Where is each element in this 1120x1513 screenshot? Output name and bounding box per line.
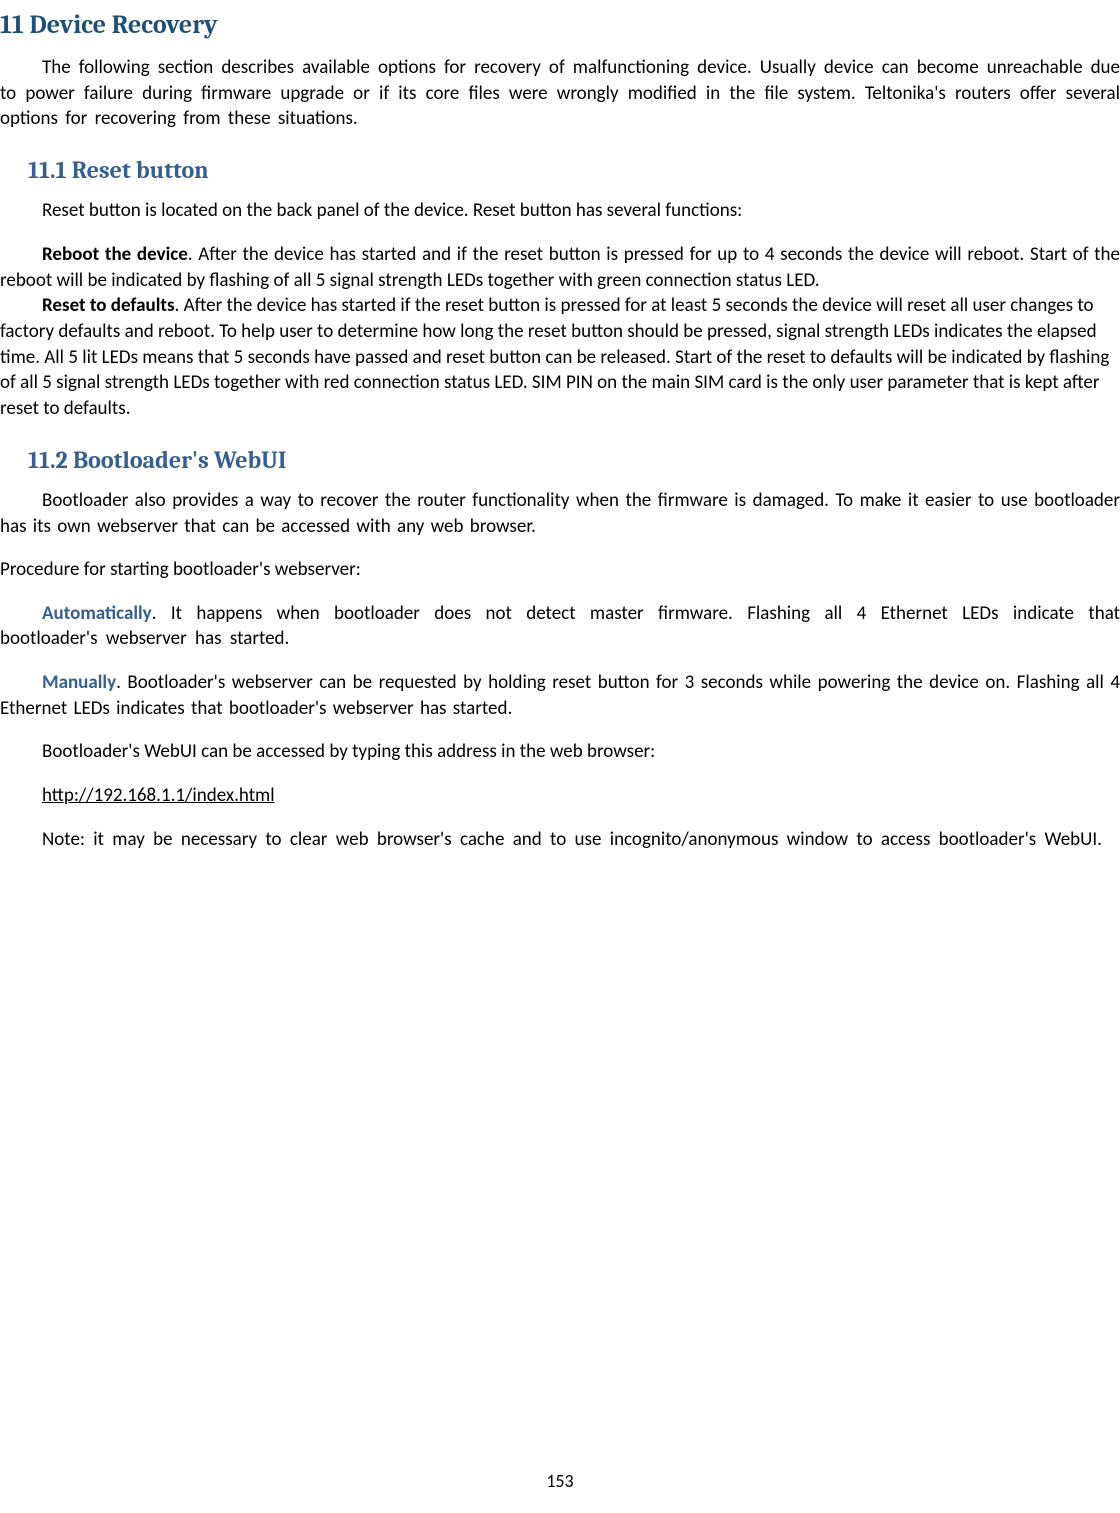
- heading-2-reset: 11.1 Reset button: [28, 154, 1120, 186]
- reboot-bold: Reboot the device: [42, 243, 188, 266]
- paragraph-reboot: Reboot the device. After the device has …: [0, 242, 1120, 293]
- heading-2-bootloader: 11.2 Bootloader's WebUI: [28, 444, 1120, 476]
- reset-bold: Reset to defaults: [42, 294, 175, 317]
- bootloader-link[interactable]: http://192.168.1.1/index.html: [42, 784, 275, 807]
- manual-bold: Manually: [42, 671, 116, 694]
- manual-text: . Bootloader's webserver can be requeste…: [0, 671, 1120, 720]
- paragraph-reset-defaults: Reset to defaults. After the device has …: [0, 293, 1120, 421]
- paragraph-manual: Manually. Bootloader's webserver can be …: [0, 670, 1120, 721]
- paragraph-procedure-intro: Procedure for starting bootloader's webs…: [0, 557, 1120, 583]
- paragraph-note: Note: it may be necessary to clear web b…: [0, 827, 1120, 853]
- paragraph-reset-intro: Reset button is located on the back pane…: [0, 198, 1120, 224]
- paragraph-access: Bootloader's WebUI can be accessed by ty…: [0, 739, 1120, 765]
- heading-1: 11 Device Recovery: [0, 8, 1120, 43]
- auto-bold: Automatically: [42, 602, 152, 625]
- auto-text: . It happens when bootloader does not de…: [0, 602, 1120, 651]
- paragraph-bootloader-intro: Bootloader also provides a way to recove…: [0, 488, 1120, 539]
- page-number: 153: [0, 1469, 1120, 1493]
- paragraph-auto: Automatically. It happens when bootloade…: [0, 601, 1120, 652]
- paragraph-link: http://192.168.1.1/index.html: [0, 783, 1120, 809]
- paragraph-intro: The following section describes availabl…: [0, 55, 1120, 132]
